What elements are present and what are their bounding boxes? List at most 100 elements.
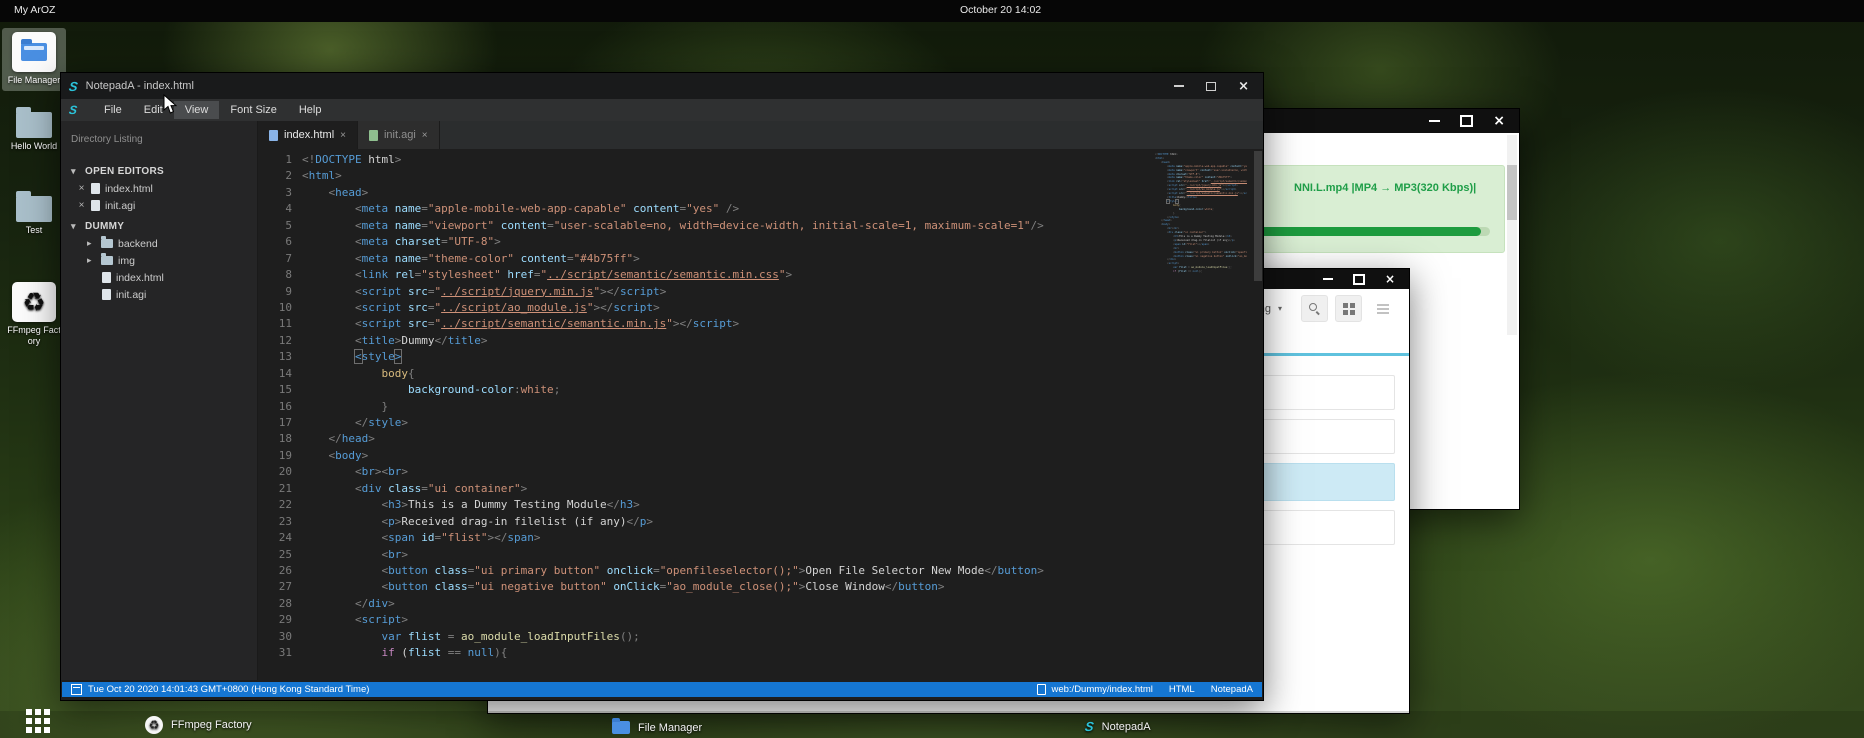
line-number: 23 [258, 514, 302, 530]
converter-scrollbar-thumb[interactable] [1507, 165, 1517, 220]
taskbar-item-label: File Manager [638, 722, 702, 734]
code-text: <p>Received drag-in filelist (if any)</p… [302, 514, 653, 530]
menu-view[interactable]: View [174, 101, 220, 119]
taskbar-item-ffmpeg-factory[interactable]: ♻FFmpeg Factory [145, 716, 252, 734]
code-line: 6 <meta charset="UTF-8"> [258, 234, 1263, 250]
status-language[interactable]: HTML [1169, 684, 1195, 695]
code-text: <body> [302, 448, 368, 464]
close-icon[interactable]: × [340, 130, 346, 141]
editor-scrollbar[interactable] [1253, 149, 1263, 680]
line-number: 28 [258, 596, 302, 612]
line-number: 19 [258, 448, 302, 464]
code-editor[interactable]: 1<!DOCTYPE html>2<html>3 <head>4 <meta n… [258, 149, 1263, 680]
line-number: 20 [258, 464, 302, 480]
sidebar-item-backend[interactable]: ▸backend [61, 235, 257, 252]
search-icon [1309, 303, 1320, 314]
line-number: 5 [258, 218, 302, 234]
maximize-icon[interactable] [1353, 274, 1365, 285]
desktop: File ManagerHello WorldTest♻FFmpeg Facto… [0, 0, 1864, 738]
icon-wrap: Hello World [2, 112, 66, 152]
minimize-icon[interactable] [1174, 85, 1184, 87]
tab-init.agi[interactable]: init.agi× [358, 121, 440, 149]
file-icon [269, 130, 278, 141]
sidebar-section-dummy[interactable]: ▾DUMMY [61, 218, 257, 235]
menu-font-size[interactable]: Font Size [219, 101, 287, 119]
status-appname: NotepadA [1211, 684, 1253, 695]
system-brand[interactable]: My ArOZ [14, 4, 55, 16]
sidebar-item-index.html[interactable]: index.html [61, 269, 257, 286]
editor-scrollbar-thumb[interactable] [1254, 151, 1262, 281]
maximize-icon[interactable] [1206, 82, 1216, 91]
mouse-cursor [163, 94, 177, 114]
code-text: <!DOCTYPE html> [302, 152, 401, 168]
code-text: <meta charset="UTF-8"> [302, 234, 501, 250]
maximize-icon[interactable] [1460, 115, 1473, 127]
ffmpeg-app-icon: ♻ [12, 282, 56, 322]
notepada-logo-icon: S [1084, 719, 1095, 734]
close-icon[interactable]: × [61, 183, 86, 194]
chevron-right-icon[interactable]: ▸ [87, 238, 96, 249]
line-number: 6 [258, 234, 302, 250]
minimize-icon[interactable] [1323, 278, 1333, 280]
grid-view-button[interactable] [1335, 295, 1362, 322]
list-view-icon [1377, 304, 1389, 306]
chevron-down-icon: ▾ [71, 221, 80, 232]
sidebar-item-init.agi[interactable]: ×init.agi [61, 197, 257, 214]
line-number: 10 [258, 300, 302, 316]
close-icon[interactable]: × [1385, 273, 1395, 285]
code-line: 21 <div class="ui container"> [258, 481, 1263, 497]
notepada-logo-icon: S [68, 103, 78, 117]
recycle-icon: ♻ [22, 289, 45, 315]
taskbar-item-file-manager[interactable]: File Manager [612, 721, 702, 734]
app-launcher-icon[interactable] [26, 709, 32, 715]
code-line: 13 <style> [258, 349, 1263, 365]
line-number: 2 [258, 168, 302, 184]
status-right: web:/Dummy/index.html HTML NotepadA [1037, 684, 1253, 695]
sidebar-item-img[interactable]: ▸img [61, 252, 257, 269]
line-number: 15 [258, 382, 302, 398]
desktop-icon-file-manager[interactable]: File Manager [2, 28, 66, 91]
notepada-titlebar[interactable]: S NotepadA - index.html × [61, 73, 1263, 99]
taskbar-item-notepada[interactable]: SNotepadA [1085, 719, 1151, 734]
menu-help[interactable]: Help [288, 101, 333, 119]
folder-icon [612, 721, 630, 734]
code-line: 17 </style> [258, 415, 1263, 431]
close-icon[interactable]: × [1493, 114, 1505, 128]
close-icon[interactable]: × [422, 130, 428, 141]
code-text: var flist = ao_module_loadInputFiles(); [302, 629, 640, 645]
code-line: 15 background-color:white; [258, 382, 1263, 398]
code-text: <h3>This is a Dummy Testing Module</h3> [302, 497, 640, 513]
minimap[interactable]: <!DOCTYPE html><html> <head> <meta name=… [1155, 153, 1247, 303]
list-view-button[interactable] [1369, 295, 1396, 322]
code-text: <meta name="apple-mobile-web-app-capable… [302, 201, 739, 217]
code-line: 7 <meta name="theme-color" content="#4b7… [258, 251, 1263, 267]
line-number: 3 [258, 185, 302, 201]
chevron-right-icon[interactable]: ▸ [87, 255, 96, 266]
tab-index.html[interactable]: index.html× [258, 121, 358, 149]
editor: index.html×init.agi× 1<!DOCTYPE html>2<h… [258, 121, 1263, 680]
folder-icon [101, 256, 113, 265]
close-icon[interactable]: × [1238, 80, 1249, 93]
converter-scrollbar[interactable] [1507, 135, 1517, 335]
sidebar-section-open-editors[interactable]: ▾OPEN EDITORS [61, 163, 257, 180]
desktop-icon-ffmpeg-factory[interactable]: ♻FFmpeg Factory [2, 282, 66, 347]
sidebar-item-init.agi[interactable]: init.agi [61, 286, 257, 303]
close-icon[interactable]: × [61, 200, 86, 211]
minimize-icon[interactable] [1429, 120, 1440, 122]
menu-file[interactable]: File [93, 101, 133, 119]
code-text: <html> [302, 168, 342, 184]
code-text: <script src="../script/ao_module.js"></s… [302, 300, 660, 316]
line-number: 27 [258, 579, 302, 595]
code-line: 9 <script src="../script/jquery.min.js">… [258, 284, 1263, 300]
desktop-icon-test[interactable]: Test [2, 196, 66, 236]
code-line: 20 <br><br> [258, 464, 1263, 480]
taskbar-item-label: FFmpeg Factory [171, 719, 252, 731]
icon-label: Hello World [7, 141, 61, 152]
file-manager-app-icon [12, 32, 56, 72]
line-number: 13 [258, 349, 302, 365]
desktop-icon-hello-world[interactable]: Hello World [2, 112, 66, 152]
search-button[interactable] [1301, 295, 1328, 322]
sidebar-item-index.html[interactable]: ×index.html [61, 180, 257, 197]
line-number: 16 [258, 399, 302, 415]
code-text: <br><br> [302, 464, 408, 480]
